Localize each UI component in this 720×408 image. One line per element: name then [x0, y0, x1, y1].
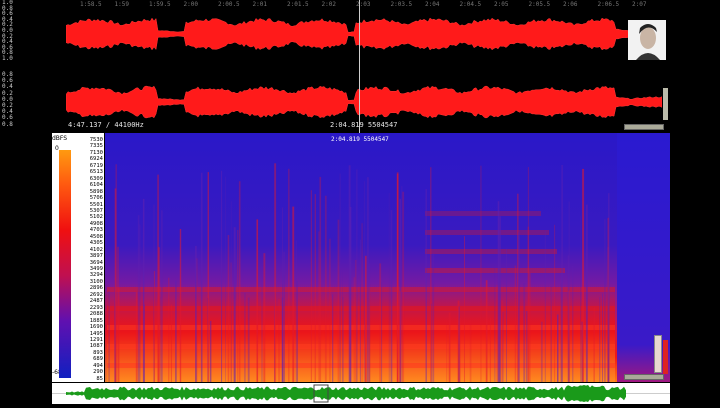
- amplitude-label: 0.8: [2, 120, 13, 128]
- dbfs-color-scale: [59, 150, 71, 378]
- frequency-label: 4305: [89, 240, 103, 247]
- frequency-label: 7530: [89, 137, 103, 143]
- frequency-label: 6924: [89, 156, 103, 163]
- time-tick-label: 2:04: [425, 1, 440, 8]
- dbfs-label: dBFS: [52, 135, 68, 142]
- frequency-label: 3897: [89, 253, 103, 260]
- frequency-label: 1087: [89, 343, 103, 350]
- frequency-label: 5501: [89, 201, 103, 208]
- cursor-position-info: 2:04.819 5504547: [330, 121, 398, 129]
- frequency-label: 494: [93, 362, 103, 369]
- time-tick-label: 1:59: [114, 1, 129, 8]
- frequency-label: 290: [93, 369, 103, 376]
- waveform-panel[interactable]: 1.0 0.8 0.6 0.4 0.2 0.0 0.2 0.4 0.6 0.8 1.0 0.8 0.6…: [0, 0, 670, 131]
- frequency-label: 5102: [89, 214, 103, 221]
- time-tick-label: 2:05.5: [528, 1, 551, 8]
- frequency-label: 1495: [89, 330, 103, 337]
- spectrogram-peak-bar: [663, 340, 668, 374]
- frequency-label: 6719: [89, 162, 103, 169]
- frequency-label: 4908: [89, 220, 103, 227]
- amplitude-label: 1.0: [2, 55, 13, 62]
- time-tick-label: 2:06.5: [597, 1, 620, 8]
- overview-waveform[interactable]: [52, 383, 670, 404]
- time-tick-label: 2:01: [252, 1, 267, 8]
- frequency-label: 2487: [89, 298, 103, 305]
- frequency-label: 7335: [89, 143, 103, 150]
- time-tick-label: 2:00: [183, 1, 198, 8]
- frequency-label: 893: [93, 349, 103, 356]
- spectrogram-level-meter[interactable]: [654, 335, 662, 373]
- time-tick-label: 2:04.5: [459, 1, 482, 8]
- frequency-label: 6104: [89, 182, 103, 189]
- frequency-label: 2293: [89, 304, 103, 311]
- frequency-label: 3100: [89, 278, 103, 285]
- frequency-label: 689: [93, 356, 103, 363]
- time-tick-label: 2:07: [632, 1, 647, 8]
- duration-samplerate-info: 4:47.137 / 44100Hz: [68, 121, 144, 129]
- frequency-label: 7130: [89, 149, 103, 156]
- frequency-label: 3499: [89, 266, 103, 272]
- time-tick-label: 2:05: [494, 1, 509, 8]
- spectrogram[interactable]: 2:04.819 5504547: [105, 133, 670, 382]
- time-tick-label: 2:02: [321, 1, 336, 8]
- left-channel-waveform[interactable]: [66, 14, 662, 54]
- frequency-label: 4703: [89, 227, 103, 234]
- volume-slider[interactable]: [624, 124, 664, 130]
- frequency-label: 6513: [89, 169, 103, 176]
- frequency-label: 1291: [89, 336, 103, 343]
- time-tick-label: 1:58.5: [80, 1, 102, 8]
- time-tick-label: 2:06: [563, 1, 578, 8]
- overview-strip[interactable]: [52, 383, 670, 404]
- volume-meter[interactable]: [663, 88, 668, 120]
- frequency-label: 3694: [89, 259, 103, 266]
- frequency-label: 3294: [89, 272, 103, 279]
- frequency-label: 4102: [89, 246, 103, 253]
- spectrogram-gain-slider[interactable]: [624, 374, 664, 380]
- frequency-label: 1690: [89, 324, 103, 331]
- frequency-label: 5898: [89, 188, 103, 195]
- portrait-icon: [628, 20, 666, 60]
- frequency-label: 2896: [89, 285, 103, 292]
- frequency-label: 2088: [89, 311, 103, 318]
- time-tick-label: 1:59.5: [149, 1, 171, 8]
- time-tick-label: 2:00.5: [218, 1, 240, 8]
- frequency-label: 4508: [89, 233, 103, 240]
- frequency-label: 1885: [89, 317, 103, 324]
- album-art: [628, 20, 666, 60]
- time-tick-label: 2:03.5: [390, 1, 413, 8]
- frequency-label: 2692: [89, 291, 103, 298]
- time-tick-label: 2:01.5: [287, 1, 309, 8]
- frequency-label: 6309: [89, 175, 103, 182]
- frequency-label: 85: [96, 375, 103, 382]
- right-channel-waveform[interactable]: [66, 82, 662, 122]
- spectrogram-cursor-info: 2:04.819 5504547: [331, 136, 389, 143]
- frequency-label: 5706: [89, 195, 103, 202]
- frequency-label: 5307: [89, 207, 103, 214]
